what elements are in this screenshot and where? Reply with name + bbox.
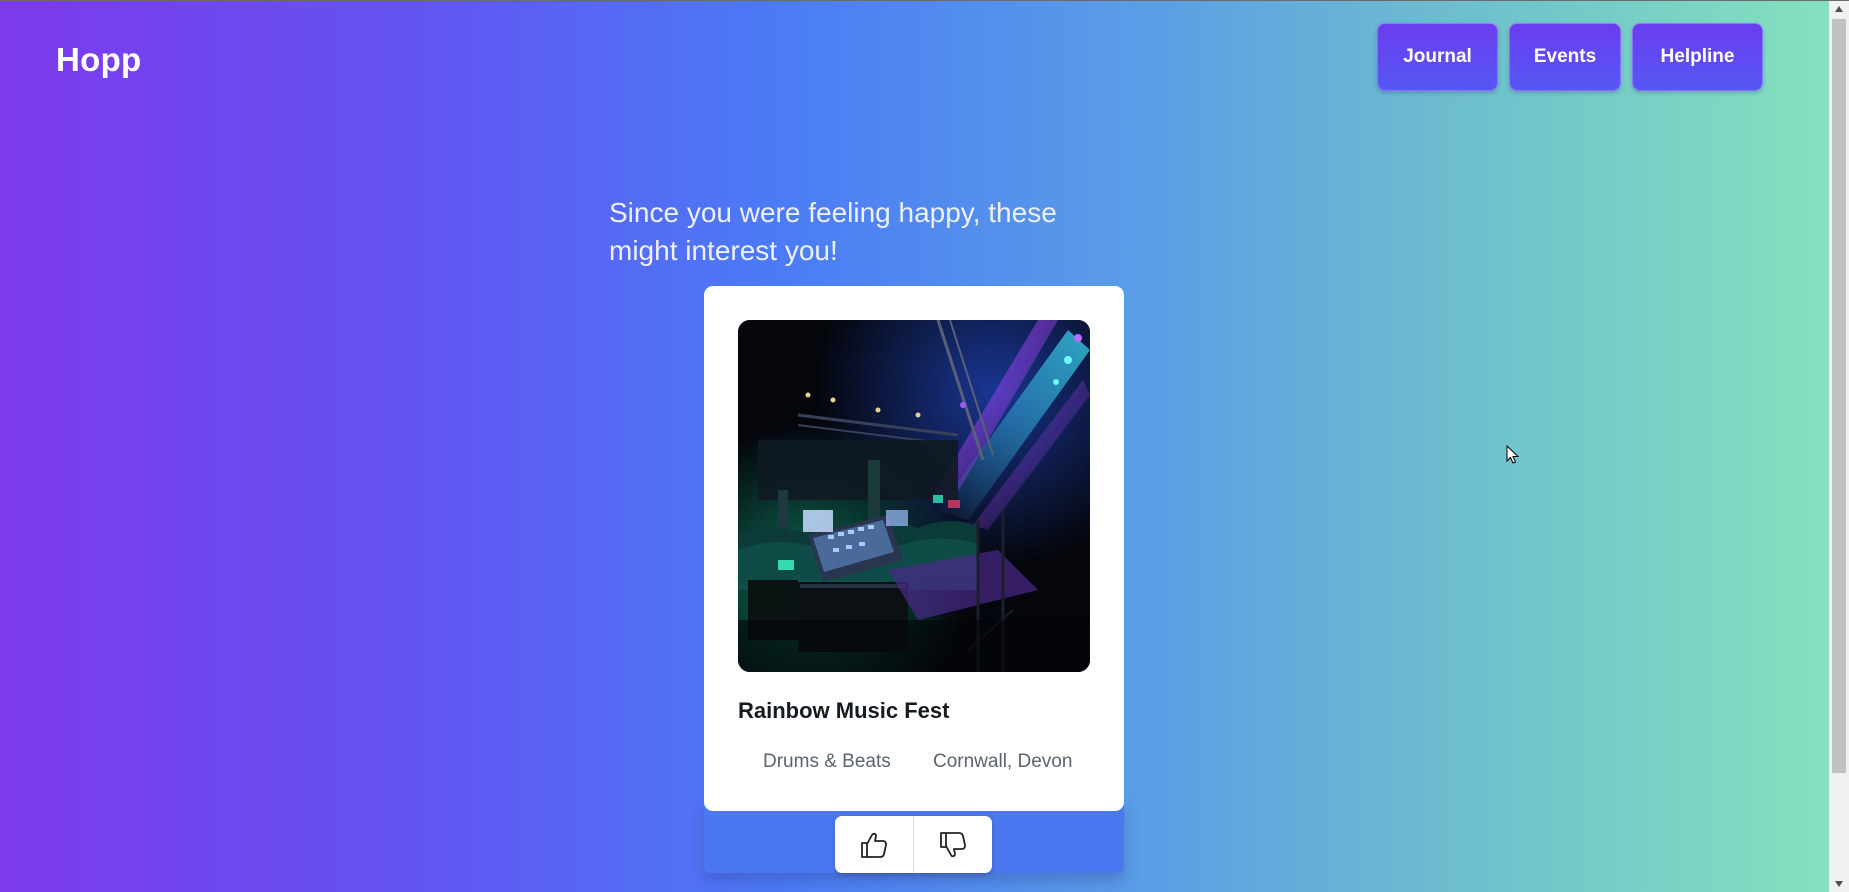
app-logo[interactable]: Hopp [56,41,142,79]
scroll-up-arrow-icon[interactable] [1829,1,1849,17]
thumbs-down-icon [940,831,966,857]
scrollbar-thumb[interactable] [1832,19,1846,773]
event-card[interactable]: Rainbow Music Fest Drums & Beats Cornwal… [704,286,1124,811]
helpline-button[interactable]: Helpline [1632,23,1763,91]
vertical-scrollbar[interactable] [1829,1,1849,892]
event-location: Cornwall, Devon [933,751,1073,772]
concert-stage-photo [738,320,1090,672]
journal-button[interactable]: Journal [1377,23,1498,91]
mouse-cursor-icon [1506,444,1520,470]
event-genre: Drums & Beats [763,751,891,772]
event-title: Rainbow Music Fest [738,698,950,723]
scroll-down-arrow-icon[interactable] [1829,876,1849,892]
dislike-button[interactable] [914,816,992,873]
page: Hopp Journal Events Helpline Since you w… [0,1,1829,892]
event-photo [738,320,1090,672]
thumbs-up-icon [861,832,887,858]
recommendation-heading: Since you were feeling happy, these migh… [609,197,1057,266]
vote-buttons [835,816,992,873]
events-button[interactable]: Events [1509,23,1621,91]
top-nav: Journal Events Helpline [1377,23,1763,91]
like-button[interactable] [835,816,914,873]
